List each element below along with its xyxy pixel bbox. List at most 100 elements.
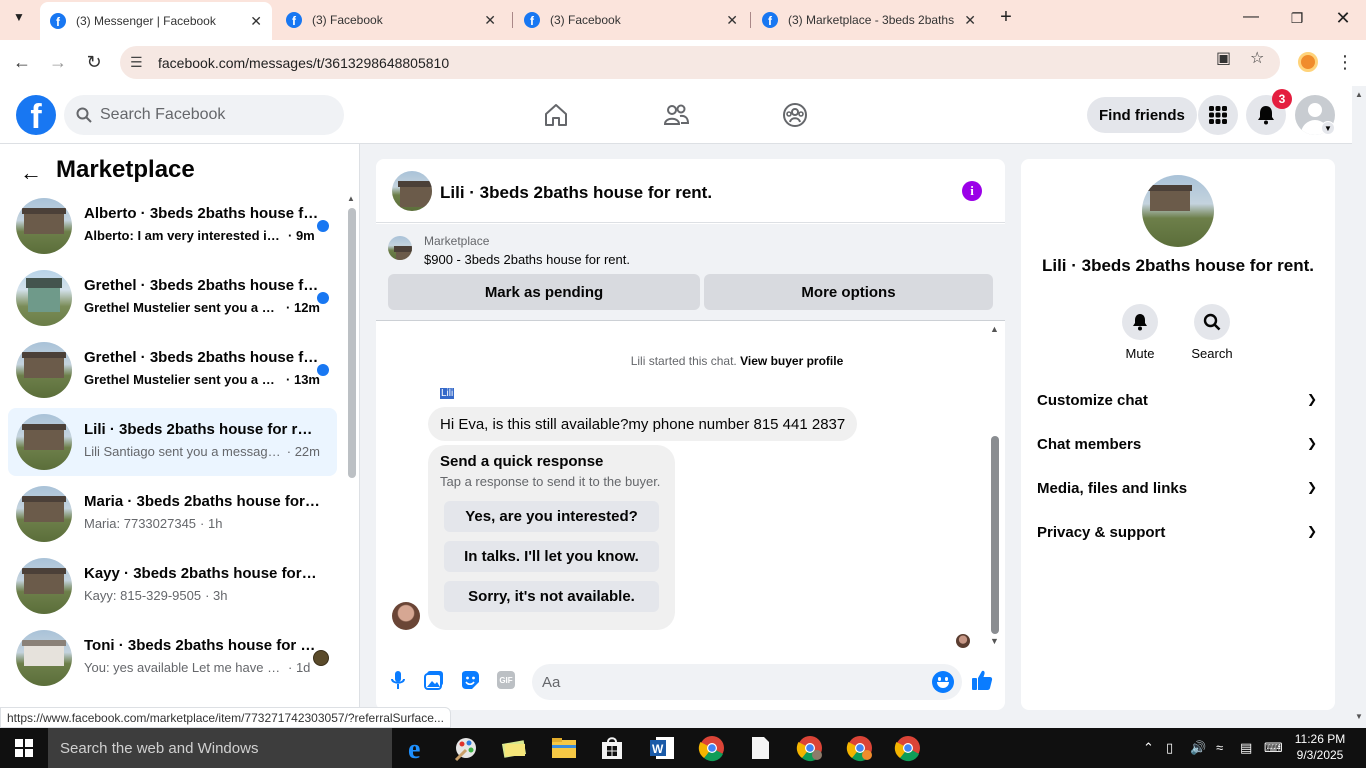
tab-marketplace[interactable]: f (3) Marketplace - 3beds 2baths ✕	[752, 0, 986, 40]
close-window-icon[interactable]: ✕	[1328, 8, 1358, 29]
more-options-button[interactable]: More options	[704, 274, 993, 310]
conversation-preview: Grethel Mustelier sent you a message · 13…	[84, 372, 320, 387]
sender-avatar[interactable]	[392, 602, 420, 630]
browser-menu-icon[interactable]: ⋮	[1336, 52, 1354, 73]
media-files-links-section[interactable]: Media, files and links ❯	[1029, 468, 1327, 508]
store-icon[interactable]	[598, 734, 626, 762]
mark-as-pending-button[interactable]: Mark as pending	[388, 274, 700, 310]
wifi-icon[interactable]: ≈	[1216, 740, 1223, 755]
scroll-up-icon[interactable]: ▲	[1355, 90, 1363, 99]
groups-icon[interactable]	[781, 101, 809, 129]
site-info-icon[interactable]: ☰	[130, 54, 150, 71]
conversation-item[interactable]: Toni · 3beds 2baths house for rent. You:…	[8, 624, 337, 692]
tab-facebook-2[interactable]: f (3) Facebook ✕	[514, 0, 748, 40]
house-image	[16, 558, 72, 614]
chat-scrollbar[interactable]	[991, 436, 999, 634]
conversation-item[interactable]: Grethel · 3beds 2baths house for rent. G…	[8, 336, 337, 404]
facebook-logo[interactable]: f	[16, 95, 56, 135]
paint-icon[interactable]	[452, 734, 480, 762]
home-icon[interactable]	[542, 101, 570, 129]
quick-reply-button[interactable]: Sorry, it's not available.	[444, 581, 659, 612]
windows-start-button[interactable]	[0, 728, 48, 768]
volume-icon[interactable]: 🔊	[1190, 740, 1206, 756]
listing-description[interactable]: $900 - 3beds 2baths house for rent.	[424, 252, 630, 267]
microphone-icon[interactable]	[386, 668, 410, 692]
quick-reply-button[interactable]: In talks. I'll let you know.	[444, 541, 659, 572]
search-input[interactable]	[100, 106, 320, 124]
chrome-profile-icon[interactable]	[846, 734, 874, 762]
url-text[interactable]: facebook.com/messages/t/3613298648805810	[158, 55, 449, 71]
menu-button[interactable]	[1198, 95, 1238, 135]
message-bubble[interactable]: Hi Eva, is this still available?my phone…	[428, 407, 858, 441]
notepad-icon[interactable]	[746, 734, 774, 762]
keyboard-icon[interactable]: ⌨	[1264, 740, 1283, 756]
word-icon[interactable]: W	[648, 734, 676, 762]
sticky-notes-icon[interactable]	[500, 734, 528, 762]
chevron-down-icon[interactable]: ▼	[1321, 121, 1335, 135]
tab-close-icon[interactable]: ✕	[726, 12, 738, 29]
photo-icon[interactable]	[422, 668, 446, 692]
conversation-item-active[interactable]: Lili · 3beds 2baths house for rent. Lili…	[8, 408, 337, 476]
chrome-active-icon[interactable]	[894, 734, 922, 762]
gif-label: GIF	[497, 671, 515, 689]
listing-thumbnail[interactable]	[388, 236, 412, 260]
reload-icon[interactable]: ↻	[82, 52, 106, 73]
minimize-icon[interactable]: —	[1236, 8, 1266, 26]
notification-center-icon[interactable]: ▤	[1240, 740, 1252, 756]
conversation-item[interactable]: Kayy · 3beds 2baths house for rent. Kayy…	[8, 552, 337, 620]
scroll-down-icon[interactable]: ▼	[990, 636, 999, 646]
omnibox[interactable]: ☰ facebook.com/messages/t/36132986488058…	[120, 46, 1280, 79]
tab-close-icon[interactable]: ✕	[250, 13, 262, 30]
chat-members-section[interactable]: Chat members ❯	[1029, 424, 1327, 464]
forward-icon[interactable]: →	[46, 52, 70, 73]
edge-icon[interactable]: e	[404, 734, 432, 762]
restore-icon[interactable]: ❐	[1282, 10, 1312, 27]
friends-icon[interactable]	[662, 101, 690, 129]
emoji-icon[interactable]	[932, 671, 954, 693]
facebook-search[interactable]	[64, 95, 344, 135]
privacy-support-section[interactable]: Privacy & support ❯	[1029, 512, 1327, 552]
file-explorer-icon[interactable]	[550, 734, 578, 762]
tab-search-icon[interactable]: ▼	[4, 10, 34, 24]
gif-icon[interactable]: GIF	[494, 668, 518, 692]
install-app-icon[interactable]: ▣	[1216, 48, 1231, 68]
taskbar-search[interactable]	[48, 728, 392, 768]
taskbar-clock[interactable]: 11:26 PM 9/3/2025	[1290, 731, 1350, 763]
back-icon[interactable]: ←	[10, 52, 34, 73]
quick-reply-button[interactable]: Yes, are you interested?	[444, 501, 659, 532]
scroll-up-icon[interactable]: ▲	[347, 194, 355, 203]
tab-close-icon[interactable]: ✕	[964, 12, 976, 29]
scroll-down-icon[interactable]: ▼	[1355, 712, 1363, 721]
tray-chevron-icon[interactable]: ⌃	[1143, 740, 1154, 756]
customize-chat-section[interactable]: Customize chat ❯	[1029, 380, 1327, 420]
conversation-item[interactable]: Grethel · 3beds 2baths house for rent. G…	[8, 264, 337, 332]
tab-messenger[interactable]: f (3) Messenger | Facebook ✕	[40, 2, 272, 40]
chat-title[interactable]: Lili · 3beds 2baths house for rent.	[440, 183, 712, 203]
bookmark-star-icon[interactable]: ☆	[1250, 48, 1264, 68]
mute-button[interactable]: Mute	[1110, 304, 1170, 361]
like-thumb-icon[interactable]	[970, 668, 994, 692]
chrome-icon[interactable]	[698, 734, 726, 762]
message-input[interactable]	[532, 664, 962, 700]
conversation-item[interactable]: Maria · 3beds 2baths house for rent. Mar…	[8, 480, 337, 548]
back-arrow-icon[interactable]: ←	[20, 160, 42, 186]
tab-close-icon[interactable]: ✕	[484, 12, 496, 29]
scroll-up-icon[interactable]: ▲	[990, 324, 999, 334]
sidebar-scrollbar[interactable]	[348, 208, 356, 478]
extension-icon[interactable]	[1298, 52, 1318, 72]
tab-facebook-1[interactable]: f (3) Facebook ✕	[276, 0, 506, 40]
listing-thumbnail[interactable]	[1142, 175, 1214, 247]
view-buyer-profile-link[interactable]: View buyer profile	[740, 354, 843, 368]
conversation-item[interactable]: Alberto · 3beds 2baths house for rent. A…	[8, 192, 337, 260]
search-chat-button[interactable]: Search	[1182, 304, 1242, 361]
battery-icon[interactable]: ▯	[1166, 740, 1173, 756]
chat-thumbnail[interactable]	[392, 171, 432, 211]
info-icon[interactable]: i	[962, 181, 982, 201]
find-friends-button[interactable]: Find friends	[1087, 97, 1197, 133]
taskbar-search-input[interactable]	[60, 739, 380, 757]
new-tab-icon[interactable]: +	[991, 6, 1021, 29]
sticker-icon[interactable]	[458, 668, 482, 692]
page-scrollbar[interactable]: ▲ ▼	[1352, 86, 1366, 728]
unread-dot	[317, 220, 329, 232]
chrome-profile-icon[interactable]	[796, 734, 824, 762]
